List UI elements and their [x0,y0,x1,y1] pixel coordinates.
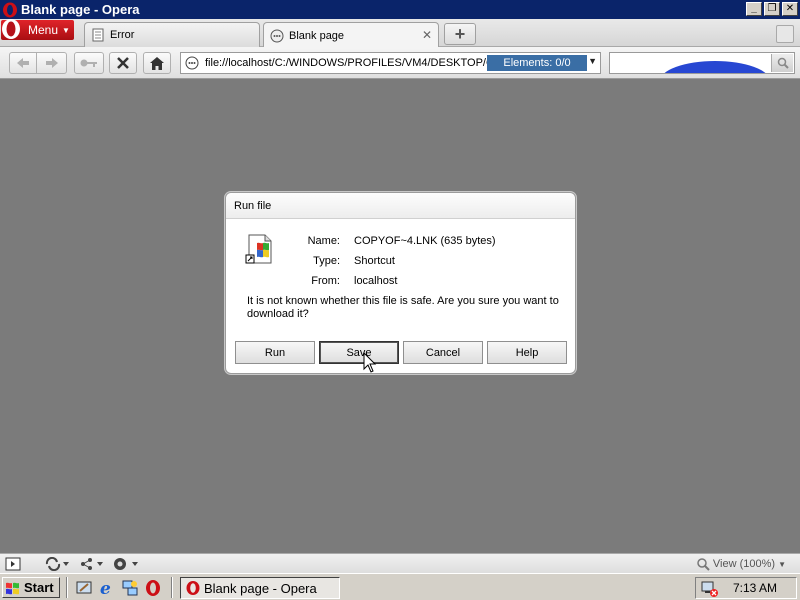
zoom-control[interactable]: View (100%) ▼ [696,556,786,572]
tab-error[interactable]: Error [84,22,260,47]
arrow-left-icon [17,58,29,68]
close-tab-icon[interactable]: ✕ [422,28,432,42]
turbo-icon [114,558,138,570]
name-label: Name: [307,235,340,247]
globe-icon [270,29,284,42]
forward-button[interactable] [37,52,67,74]
help-button[interactable]: Help [487,341,567,364]
tab-label: Blank page [289,29,345,42]
show-desktop-icon[interactable] [75,579,93,597]
tab-blank-page[interactable]: Blank page ✕ [263,22,439,48]
run-button[interactable]: Run [235,341,315,364]
chevron-down-icon[interactable]: ▼ [588,56,597,66]
type-label: Type: [313,255,340,267]
back-button[interactable] [9,52,37,74]
trash-icon[interactable] [776,25,794,43]
chevron-down-icon: ▼ [62,25,70,35]
address-field[interactable]: file://localhost/C:/WINDOWS/PROFILES/VM4… [180,52,601,74]
opera-logo-icon [2,19,20,39]
tab-bar: Menu ▼ Error Blank page ✕ + [0,19,800,48]
minimize-icon: _ [751,3,757,14]
search-button[interactable] [771,54,793,72]
close-window-button[interactable]: ✕ [782,2,798,16]
search-engine-logo [660,61,770,73]
opera-logo-icon [3,2,17,17]
menu-label: Menu [28,23,59,37]
name-value: COPYOF~4.LNK (635 bytes) [354,235,496,247]
window-title: Blank page - Opera [21,2,140,17]
arrow-right-icon [45,58,58,68]
unite-icon [81,558,103,570]
from-label: From: [311,275,340,287]
stop-button[interactable] [109,52,137,74]
close-icon: ✕ [785,3,795,14]
tab-label: Error [110,29,135,41]
clock: 7:13 AM [733,581,778,595]
opera-logo-icon[interactable] [144,579,162,597]
cancel-button[interactable]: Cancel [403,341,483,364]
key-icon [80,59,97,67]
dialog-title: Run file [226,193,575,219]
minimize-button[interactable]: _ [746,2,762,16]
network-icon[interactable] [121,579,139,597]
unite-button[interactable] [80,556,106,572]
opera-logo-icon [186,581,200,595]
start-label: Start [24,580,54,595]
save-button[interactable]: Save [319,341,399,364]
opera-menu-button[interactable]: Menu ▼ [1,19,74,40]
sync-icon [45,557,69,571]
windows-flag-icon [6,582,19,594]
address-url[interactable]: file://localhost/C:/WINDOWS/PROFILES/VM4… [205,57,487,69]
wand-key-button[interactable] [74,52,104,74]
sync-button[interactable] [44,556,70,572]
restore-icon: ❐ [767,3,777,14]
taskbar-separator [171,577,173,598]
shortcut-file-icon [245,234,272,264]
taskbar-item-label: Blank page - Opera [204,580,317,596]
from-value: localhost [354,275,398,287]
restore-button[interactable]: ❐ [764,2,780,16]
page-info-icon[interactable] [185,56,199,70]
home-button[interactable] [143,52,171,74]
taskbar-separator [66,577,68,598]
window-titlebar: Blank page - Opera _ ❐ ✕ [0,0,800,19]
mouse-cursor-icon [363,352,377,373]
zoom-label: View (100%) [712,558,776,570]
elements-counter: Elements: 0/0 [487,55,587,71]
plus-icon: + [454,23,466,44]
run-file-dialog: Run file Name: COPYOF~4.LNK (635 bytes) … [225,192,576,374]
internet-explorer-icon[interactable]: e [98,579,116,597]
chevron-down-icon: ▼ [778,559,786,569]
page-icon [92,28,104,42]
warning-message: It is not known whether this file is saf… [247,295,559,320]
search-field[interactable] [609,52,795,74]
new-tab-button[interactable]: + [444,23,476,45]
magnifier-icon [697,558,710,571]
stop-x-icon [117,57,129,69]
windows-taskbar: Start e Blank page - Opera 7:13 AM [0,573,800,600]
svg-text:e: e [100,579,111,597]
status-bar: View (100%) ▼ [0,553,800,573]
panel-toggle-icon [5,557,21,571]
start-button[interactable]: Start [2,577,60,598]
taskbar-item-opera[interactable]: Blank page - Opera [180,577,340,599]
volume-network-tray-icon[interactable] [701,580,719,598]
file-info: Name: COPYOF~4.LNK (635 bytes) Type: Sho… [306,231,496,291]
turbo-button[interactable] [113,556,143,572]
home-icon [150,56,164,70]
system-tray: 7:13 AM [695,577,797,599]
panel-toggle-button[interactable] [5,556,21,572]
magnifier-icon [777,57,789,69]
type-value: Shortcut [354,255,395,267]
navigation-bar: file://localhost/C:/WINDOWS/PROFILES/VM4… [0,47,800,79]
